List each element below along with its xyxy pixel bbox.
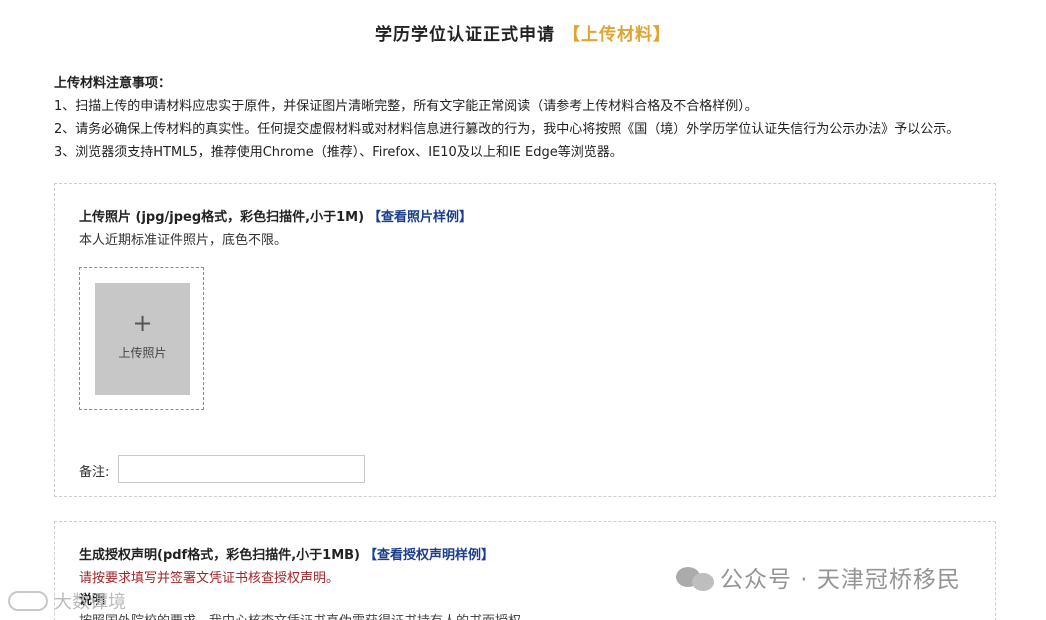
view-authorization-sample-link[interactable]: 【查看授权声明样例】 xyxy=(364,548,494,563)
page-title-tag: 【上传材料】 xyxy=(563,25,671,45)
view-photo-sample-link[interactable]: 【查看照片样例】 xyxy=(368,210,472,225)
remark-input[interactable] xyxy=(118,455,365,483)
authorization-heading-text: 生成授权声明(pdf格式，彩色扫描件,小于1MB) xyxy=(79,548,360,563)
upload-photo-button[interactable]: + 上传照片 xyxy=(95,283,190,395)
wechat-watermark: 公众号 · 天津冠桥移民 xyxy=(676,560,961,594)
notes-heading: 上传材料注意事项： xyxy=(54,76,172,91)
authorization-warning: 请按要求填写并签署文凭证书核查授权声明。 xyxy=(79,571,340,586)
watermark-logo-icon xyxy=(8,591,48,611)
corner-watermark-text: 大数谭境 xyxy=(54,592,126,613)
remark-label: 备注: xyxy=(79,465,110,480)
photo-upload-section: 上传照片 (jpg/jpeg格式，彩色扫描件,小于1M) 【查看照片样例】 本人近… xyxy=(54,183,996,497)
photo-upload-frame: + 上传照片 xyxy=(79,267,204,410)
photo-upload-description: 本人近期标准证件照片，底色不限。 xyxy=(79,233,288,248)
photo-upload-heading-text: 上传照片 (jpg/jpeg格式，彩色扫描件,小于1M) xyxy=(79,210,365,225)
plus-icon: + xyxy=(132,309,153,337)
wechat-icon xyxy=(676,563,714,591)
notes-item: 1、扫描上传的申请材料应忠实于原件，并保证图片清晰完整，所有文字能正常阅读（请参… xyxy=(54,99,758,114)
authorization-heading: 生成授权声明(pdf格式，彩色扫描件,小于1MB) 【查看授权声明样例】 xyxy=(79,544,494,563)
photo-upload-heading: 上传照片 (jpg/jpeg格式，彩色扫描件,小于1M) 【查看照片样例】 xyxy=(79,206,472,225)
wechat-watermark-text: 公众号 · 天津冠桥移民 xyxy=(720,567,961,593)
notes-block: 上传材料注意事项： 1、扫描上传的申请材料应忠实于原件，并保证图片清晰完整，所有… xyxy=(54,72,959,164)
notes-item: 3、浏览器须支持HTML5，推荐使用Chrome（推荐）、Firefox、IE1… xyxy=(54,145,623,160)
page-title: 学历学位认证正式申请 【上传材料】 xyxy=(0,20,1046,45)
page-title-text: 学历学位认证正式申请 xyxy=(375,25,555,45)
notes-item: 2、请务必确保上传材料的真实性。任何提交虚假材料或对材料信息进行篡改的行为，我中… xyxy=(54,122,960,137)
upload-photo-label: 上传照片 xyxy=(118,346,167,360)
authorization-sub-text: 按照国外院校的要求，我中心核查文凭证书真伪需获得证书持有人的书面授权。 xyxy=(79,610,534,620)
corner-watermark: 大数谭境 xyxy=(8,588,126,614)
